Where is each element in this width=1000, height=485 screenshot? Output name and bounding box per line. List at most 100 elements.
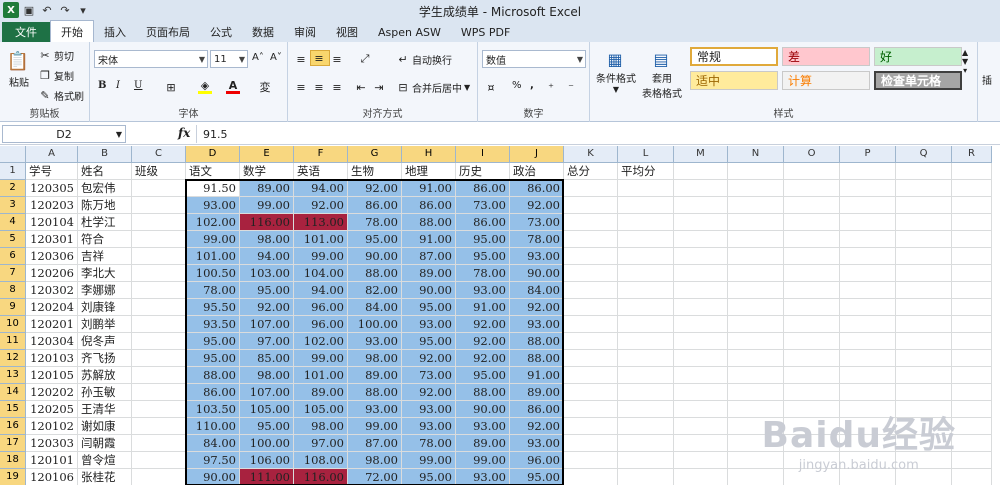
increase-indent-button[interactable]: ⇥ <box>372 80 388 94</box>
insert-cells-button[interactable]: 插 <box>982 72 992 87</box>
cell-L9[interactable] <box>618 299 674 316</box>
cell-I6[interactable]: 95.00 <box>456 248 510 265</box>
cell-M9[interactable] <box>674 299 728 316</box>
cell-C5[interactable] <box>132 231 186 248</box>
cell-N8[interactable] <box>728 282 784 299</box>
cell-N10[interactable] <box>728 316 784 333</box>
cell-H13[interactable]: 73.00 <box>402 367 456 384</box>
cell-L1[interactable]: 平均分 <box>618 163 674 180</box>
cell-J19[interactable]: 95.00 <box>510 469 564 485</box>
cell-F14[interactable]: 89.00 <box>294 384 348 401</box>
cell-F1[interactable]: 英语 <box>294 163 348 180</box>
cell-Q8[interactable] <box>896 282 952 299</box>
column-header-C[interactable]: C <box>132 146 186 163</box>
cell-H8[interactable]: 90.00 <box>402 282 456 299</box>
cell-D5[interactable]: 99.00 <box>186 231 240 248</box>
cell-I15[interactable]: 90.00 <box>456 401 510 418</box>
cell-D18[interactable]: 97.50 <box>186 452 240 469</box>
format-as-table-button[interactable]: ▤ 套用 表格格式 <box>640 48 684 101</box>
cell-J15[interactable]: 86.00 <box>510 401 564 418</box>
column-header-F[interactable]: F <box>294 146 348 163</box>
cell-K2[interactable] <box>564 180 618 197</box>
cell-F8[interactable]: 94.00 <box>294 282 348 299</box>
cell-R19[interactable] <box>952 469 992 485</box>
cell-D15[interactable]: 103.50 <box>186 401 240 418</box>
cell-K4[interactable] <box>564 214 618 231</box>
cell-O1[interactable] <box>784 163 840 180</box>
cell-N1[interactable] <box>728 163 784 180</box>
cell-C2[interactable] <box>132 180 186 197</box>
cell-H3[interactable]: 86.00 <box>402 197 456 214</box>
cell-C10[interactable] <box>132 316 186 333</box>
cell-B13[interactable]: 苏解放 <box>78 367 132 384</box>
cell-R2[interactable] <box>952 180 992 197</box>
cell-M6[interactable] <box>674 248 728 265</box>
cell-D3[interactable]: 93.00 <box>186 197 240 214</box>
cell-Q13[interactable] <box>896 367 952 384</box>
cell-L11[interactable] <box>618 333 674 350</box>
cell-P3[interactable] <box>840 197 896 214</box>
increase-decimal-button[interactable]: ⁺ <box>544 80 560 94</box>
cell-P7[interactable] <box>840 265 896 282</box>
redo-icon[interactable]: ↷ <box>57 2 73 18</box>
cell-P14[interactable] <box>840 384 896 401</box>
cell-C18[interactable] <box>132 452 186 469</box>
cell-M7[interactable] <box>674 265 728 282</box>
align-left-button[interactable]: ≡ <box>294 80 310 94</box>
cell-E13[interactable]: 98.00 <box>240 367 294 384</box>
cell-R12[interactable] <box>952 350 992 367</box>
cell-D6[interactable]: 101.00 <box>186 248 240 265</box>
cell-K16[interactable] <box>564 418 618 435</box>
cell-C17[interactable] <box>132 435 186 452</box>
cell-J10[interactable]: 93.00 <box>510 316 564 333</box>
cell-I13[interactable]: 95.00 <box>456 367 510 384</box>
cell-R16[interactable] <box>952 418 992 435</box>
cell-F19[interactable]: 116.00 <box>294 469 348 485</box>
cell-Q2[interactable] <box>896 180 952 197</box>
cell-E3[interactable]: 99.00 <box>240 197 294 214</box>
column-header-I[interactable]: I <box>456 146 510 163</box>
cell-L8[interactable] <box>618 282 674 299</box>
cell-F9[interactable]: 96.00 <box>294 299 348 316</box>
format-painter-button[interactable]: ✎ 格式刷 <box>38 88 84 103</box>
row-header-15[interactable]: 15 <box>0 401 26 418</box>
cell-P11[interactable] <box>840 333 896 350</box>
cell-B17[interactable]: 闫朝霞 <box>78 435 132 452</box>
percent-button[interactable]: % <box>512 80 522 91</box>
cell-H16[interactable]: 93.00 <box>402 418 456 435</box>
cell-L15[interactable] <box>618 401 674 418</box>
cell-R10[interactable] <box>952 316 992 333</box>
cell-O11[interactable] <box>784 333 840 350</box>
cell-F16[interactable]: 98.00 <box>294 418 348 435</box>
cell-R14[interactable] <box>952 384 992 401</box>
cell-style-2[interactable]: 好 <box>874 47 962 66</box>
cell-P13[interactable] <box>840 367 896 384</box>
cell-B11[interactable]: 倪冬声 <box>78 333 132 350</box>
cell-M2[interactable] <box>674 180 728 197</box>
cell-O6[interactable] <box>784 248 840 265</box>
row-header-7[interactable]: 7 <box>0 265 26 282</box>
cell-P2[interactable] <box>840 180 896 197</box>
tab-6[interactable]: 审阅 <box>284 22 326 42</box>
column-header-R[interactable]: R <box>952 146 992 163</box>
cell-R6[interactable] <box>952 248 992 265</box>
cell-E19[interactable]: 111.00 <box>240 469 294 485</box>
cell-style-4[interactable]: 计算 <box>782 71 870 90</box>
tab-3[interactable]: 页面布局 <box>136 22 200 42</box>
cell-L5[interactable] <box>618 231 674 248</box>
cell-J5[interactable]: 78.00 <box>510 231 564 248</box>
row-header-10[interactable]: 10 <box>0 316 26 333</box>
cell-C3[interactable] <box>132 197 186 214</box>
align-middle-button[interactable]: ≡ <box>310 50 330 66</box>
cell-O3[interactable] <box>784 197 840 214</box>
cell-H18[interactable]: 99.00 <box>402 452 456 469</box>
cell-E9[interactable]: 92.00 <box>240 299 294 316</box>
cell-R13[interactable] <box>952 367 992 384</box>
cell-style-0[interactable]: 常规 <box>690 47 778 66</box>
cell-F11[interactable]: 102.00 <box>294 333 348 350</box>
cell-L13[interactable] <box>618 367 674 384</box>
cell-L18[interactable] <box>618 452 674 469</box>
column-header-M[interactable]: M <box>674 146 728 163</box>
cell-M18[interactable] <box>674 452 728 469</box>
cell-N11[interactable] <box>728 333 784 350</box>
